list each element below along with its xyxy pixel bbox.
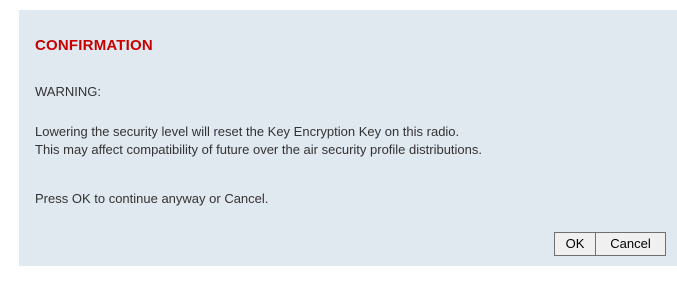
cancel-button[interactable]: Cancel [596,232,666,256]
message-line-1: Lowering the security level will reset t… [35,124,460,139]
dialog-title: CONFIRMATION [35,37,153,54]
warning-label: WARNING: [35,84,101,99]
button-group: OK Cancel [554,232,666,256]
prompt-text: Press OK to continue anyway or Cancel. [35,191,269,206]
ok-button[interactable]: OK [554,232,596,256]
confirmation-dialog: CONFIRMATION WARNING: Lowering the secur… [19,10,677,266]
message-line-2: This may affect compatibility of future … [35,142,483,157]
